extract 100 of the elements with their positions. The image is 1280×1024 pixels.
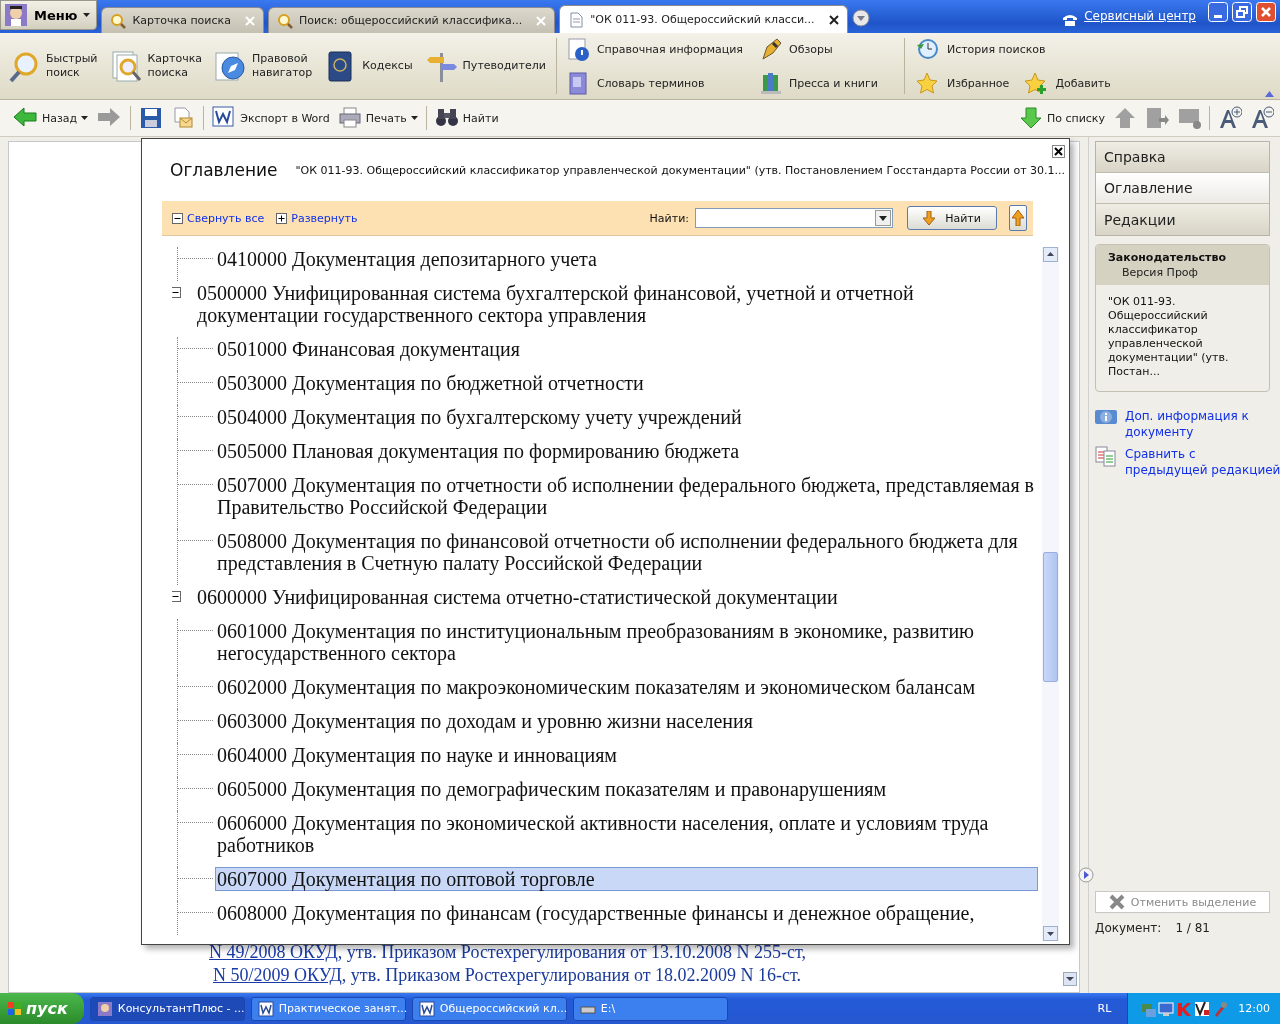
up-arrow-icon[interactable] [1113,106,1137,130]
panel-tab[interactable]: Редакции [1096,204,1269,235]
find-field[interactable] [695,208,893,228]
ribbon-button[interactable]: История поисков [914,37,1046,61]
clock: 12:00 [1238,1002,1270,1015]
tab[interactable]: "ОК 011-93. Общероссийский класси... [559,5,848,33]
tree-item[interactable]: 0601000 Документация по институциональным преобразованиям в экономике, развитию негосударственного сектора [215,619,1038,665]
word-document-icon [257,1000,274,1017]
tab[interactable]: Карточка поиска [101,7,264,33]
tree-item[interactable]: 0410000 Документация депозитарного учета [215,247,599,271]
ribbon-button[interactable]: Путеводители [424,49,546,83]
toolbar-button[interactable]: По списку [1018,106,1105,130]
tree-item[interactable]: 0604000 Документация по науке и инновациям [215,743,619,767]
tree-item[interactable]: 0504000 Документация по бухгалтерскому учету учреждений [215,405,744,429]
tree-item[interactable]: 0500000 Унифицированная система бухгалтерской финансовой, учетной и отчетной документации государственного сектора управления [195,281,1038,327]
taskbar-button[interactable]: КонсультантПлюс - ... [89,996,245,1021]
scroll-up-icon[interactable] [1043,247,1058,262]
cross-icon [1108,894,1125,910]
collapse-icon[interactable] [172,591,181,602]
close-icon[interactable] [1052,145,1065,158]
taskbar-button[interactable]: E:\ [572,996,728,1021]
tree-item[interactable]: 0607000 Документация по оптовой торговле [215,867,1038,891]
books-icon [759,71,783,95]
panel-tab[interactable]: Оглавление [1096,173,1269,204]
tree-item[interactable]: 0507000 Документация по отчетности об исполнении федерального бюджета, представляемая в Правительство Российской Федерации [215,473,1038,519]
side-link[interactable]: Доп. информация к документу [1125,408,1249,440]
close-icon[interactable] [828,14,839,25]
tree-item[interactable]: 0606000 Документация по экономической активности населения, оплате и условиям труда работников [215,811,1038,857]
ribbon-button[interactable]: Карточка поиска [109,49,203,83]
scrollbar[interactable] [1042,247,1059,941]
toolbar-button[interactable]: Назад [12,106,89,130]
side-link[interactable]: Сравнить с предыдущей редакцией [1125,446,1280,478]
document-link[interactable]: N 49/2008 ОКУД [209,942,338,962]
card-title: Законодательство [1108,251,1227,264]
font-decrease-icon[interactable] [1250,106,1274,130]
ribbon-button[interactable]: Правовой навигатор [214,49,313,83]
document-arrow-icon[interactable] [1145,106,1169,130]
document-icon [568,11,585,28]
service-center-link[interactable]: Сервисный центр [1084,9,1196,23]
scroll-down-icon[interactable] [1063,972,1077,986]
ribbon-button[interactable]: Избранное [914,71,1010,95]
minimize-icon[interactable] [1208,1,1228,22]
tree-item[interactable]: 0508000 Документация по финансовой отчетности об исполнении федерального бюджета для представления в Счетную палату Российской Федерации [215,529,1038,575]
scroll-down-icon[interactable] [1043,926,1058,941]
ribbon-button[interactable]: Словарь терминов [566,71,743,95]
tree-item[interactable]: 0501000 Финансовая документация [215,337,522,361]
printer-icon [337,106,362,130]
shield-check-icon[interactable] [1194,1000,1211,1017]
tree-item[interactable]: 0603000 Документация по доходам и уровню жизни населения [215,709,755,733]
collapse-icon[interactable] [172,287,181,298]
toolbar-button[interactable]: Найти [434,106,499,130]
tree-item[interactable]: 0602000 Документация по макроэкономическим показателям и экономическом балансам [215,675,978,699]
ribbon-button[interactable]: Добавить [1023,71,1111,95]
caret-icon [83,13,91,17]
find-label: Найти: [649,211,689,225]
document-link[interactable]: N 50/2009 ОКУД [213,965,342,985]
word-icon [212,106,237,130]
person-icon [96,1000,113,1017]
tab[interactable]: Поиск: общероссийский классифика... [267,7,556,33]
find-previous-button[interactable] [1009,205,1027,231]
expand-panel-icon[interactable] [1078,867,1094,883]
language-indicator[interactable]: RL [1097,1002,1112,1015]
find-button[interactable]: Найти [907,206,997,230]
word-document-icon [418,1000,435,1017]
computer-icon[interactable] [1158,1000,1175,1017]
monitor-icon[interactable] [1177,106,1201,130]
tree-item[interactable]: 0505000 Плановая документация по формированию бюджета [215,439,741,463]
compare-documents-icon [1095,446,1117,467]
compass-icon [214,49,247,83]
back-arrow-icon [12,106,38,130]
toolbar-button[interactable]: Экспорт в Word [212,106,330,130]
card-text: "ОК 011-93. Общероссийский классификатор управленческой документации" (утв. Постан... [1107,294,1230,380]
panel-tab[interactable]: Справка [1096,142,1269,173]
restore-icon[interactable] [1232,1,1252,22]
taskbar-button[interactable]: Практическое занят... [250,996,406,1021]
ribbon-button[interactable]: Пресса и книги [759,71,878,95]
mail-document-icon[interactable] [171,106,196,130]
toolbar-button[interactable]: Печать [337,106,418,130]
pen-icon [759,37,783,61]
menu-button[interactable]: Меню [0,0,98,30]
document-title: "ОК 011-93. Общероссийский классификатор управленческой документации" (утв. Постановлением Госстандарта России от 30.1... [295,163,1066,177]
tree-item[interactable]: 0503000 Документация по бюджетной отчетности [215,371,646,395]
ribbon-button[interactable]: Кодексы [324,49,413,83]
expand-all-link[interactable]: Развернуть [276,211,358,225]
document-counter: 1 / 81 [1175,921,1210,935]
card-magnifier-icon [109,49,142,83]
save-icon[interactable] [139,106,164,130]
tree-item[interactable]: 0605000 Документация по демографическим показателям и правонарушениям [215,777,889,801]
scrollbar-thumb[interactable] [1043,552,1058,682]
ribbon-button[interactable]: Справочная информация [566,37,743,61]
tree-item[interactable]: 0608000 Документация по финансам (государственные финансы и денежное обращение, [215,901,977,925]
ribbon-button[interactable]: Обзоры [759,37,878,61]
collapse-all-link[interactable]: Свернуть все [172,211,265,225]
ribbon-button[interactable]: Быстрый поиск [8,49,98,83]
down-arrow-icon [923,211,936,225]
plus-box-icon [276,212,288,224]
taskbar-button[interactable]: Общероссийский кл... [411,996,567,1021]
font-increase-icon[interactable] [1218,106,1242,130]
dropdown-icon[interactable] [851,9,870,27]
tree-item[interactable]: 0600000 Унифицированная система отчетно-статистической документации [195,585,840,609]
